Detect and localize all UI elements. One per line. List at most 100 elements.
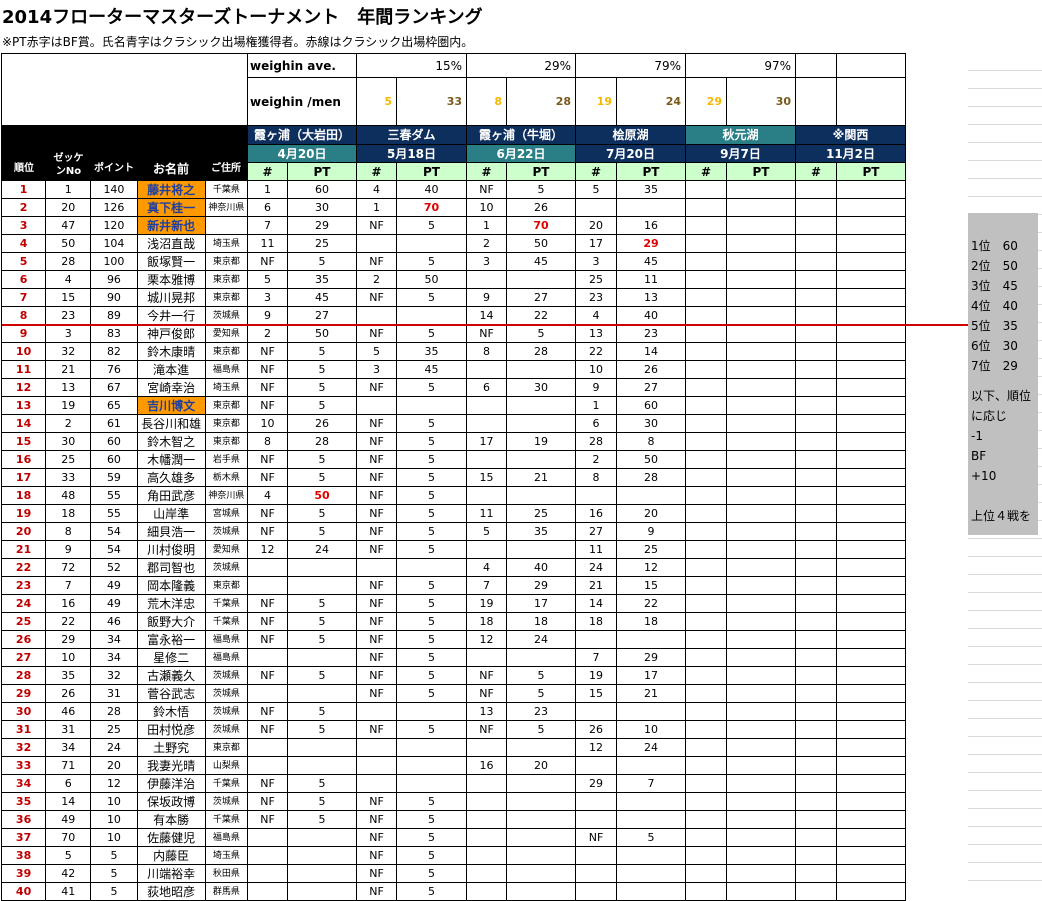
cell-event4-pt: 11 <box>616 270 686 289</box>
cell-empty <box>795 522 837 541</box>
cell-event3-num <box>466 360 507 379</box>
cell-empty <box>836 648 906 667</box>
cell-event3-pt: 5 <box>506 720 576 739</box>
cell-event2-pt: 5 <box>396 666 467 685</box>
cell-name: 我妻光晴 <box>136 756 206 775</box>
cell-event3-pt <box>506 810 576 829</box>
cell-empty <box>726 828 796 847</box>
table-row: 13 19 65 吉川博文 東京都 NF 5 1 60 <box>0 396 906 415</box>
cell-event1-pt: 25 <box>287 234 357 253</box>
cell-event4-pt: 30 <box>616 414 686 433</box>
cell-zekken: 42 <box>45 864 92 883</box>
cell-empty <box>685 828 727 847</box>
cell-event2-pt: 5 <box>396 468 467 487</box>
cell-event1-num: NF <box>247 378 288 397</box>
table-row: 2 20 126 真下桂一 神奈川県 6 30 1 70 10 26 <box>0 198 906 217</box>
cell-event3-num <box>466 486 507 505</box>
cell-event4-num: 22 <box>575 342 617 361</box>
cell-empty <box>795 594 837 613</box>
cell-name: 郡司智也 <box>136 558 206 577</box>
cell-event3-pt: 29 <box>506 576 576 595</box>
cell-address: 山梨県 <box>204 756 249 775</box>
cell-event4-pt: 13 <box>616 288 686 307</box>
table-row: 39 42 5 川端裕幸 秋田県 NF 5 <box>0 864 906 883</box>
header-rank: 順位 <box>14 163 34 174</box>
cell-event3-pt: 5 <box>506 180 576 199</box>
cell-empty <box>685 198 727 217</box>
cell-address: 千葉県 <box>204 810 249 829</box>
cell-rank: 9 <box>0 324 47 343</box>
cell-event1-num: NF <box>247 450 288 469</box>
cell-event1-num: 5 <box>247 270 288 289</box>
cell-event2-num <box>356 558 397 577</box>
cell-empty <box>726 216 796 235</box>
cell-event4-num: 27 <box>575 522 617 541</box>
cell-points: 104 <box>90 234 138 253</box>
cell-event3-pt: 5 <box>506 666 576 685</box>
cell-rank: 17 <box>0 468 47 487</box>
event-date-4: 7月20日 <box>575 144 686 163</box>
cell-event3-num: NF <box>466 720 507 739</box>
event-date-3: 6月22日 <box>466 144 576 163</box>
cell-event3-num <box>466 810 507 829</box>
cell-event4-pt: 29 <box>616 234 686 253</box>
cell-address: 茨城県 <box>204 720 249 739</box>
cell-empty <box>726 504 796 523</box>
cell-event3-pt <box>506 414 576 433</box>
cell-event2-pt: 5 <box>396 522 467 541</box>
cell-empty <box>836 252 906 271</box>
cell-points: 89 <box>90 306 138 325</box>
table-row: 21 9 54 川村俊明 愛知県 12 24 NF 5 11 25 <box>0 540 906 559</box>
cell-event1-num: 6 <box>247 198 288 217</box>
cell-empty <box>726 756 796 775</box>
cell-event4-num: 29 <box>575 774 617 793</box>
cell-event1-num: 2 <box>247 324 288 343</box>
cell-event4-num: 9 <box>575 378 617 397</box>
cell-event1-num: NF <box>247 702 288 721</box>
cell-points: 31 <box>90 684 138 703</box>
cell-rank: 31 <box>0 720 47 739</box>
cell-points: 20 <box>90 756 138 775</box>
cell-rank: 32 <box>0 738 47 757</box>
cell-empty <box>726 612 796 631</box>
cell-address: 栃木県 <box>204 468 249 487</box>
cell-event2-pt: 5 <box>396 432 467 451</box>
cell-points: 61 <box>90 414 138 433</box>
cell-empty <box>795 630 837 649</box>
cell-event3-pt: 24 <box>506 630 576 649</box>
cell-event3-pt <box>506 828 576 847</box>
cell-event2-num: NF <box>356 684 397 703</box>
header-zekken: ゼッケンNo <box>53 153 84 177</box>
table-row: 19 18 55 山岸準 宮城県 NF 5 NF 5 11 25 16 20 <box>0 504 906 523</box>
table-row: 31 31 25 田村悦彦 茨城県 NF 5 NF 5 NF 5 26 10 <box>0 720 906 739</box>
cell-empty <box>836 792 906 811</box>
table-row: 33 71 20 我妻光晴 山梨県 16 20 <box>0 756 906 775</box>
cell-zekken: 30 <box>45 432 92 451</box>
cell-rank: 4 <box>0 234 47 253</box>
cell-empty <box>836 756 906 775</box>
cell-address <box>204 216 249 235</box>
cell-address: 埼玉県 <box>204 378 249 397</box>
cell-event3-pt <box>506 450 576 469</box>
cell-event4-pt <box>616 792 686 811</box>
cell-event4-pt: 22 <box>616 594 686 613</box>
cell-rank: 13 <box>0 396 47 415</box>
cell-event4-pt <box>616 846 686 865</box>
cell-event4-num: 13 <box>575 324 617 343</box>
cell-event3-pt: 23 <box>506 702 576 721</box>
header-name: お名前 <box>152 162 189 176</box>
cell-points: 24 <box>90 738 138 757</box>
cell-name: 浅沼直哉 <box>136 234 206 253</box>
cell-points: 49 <box>90 576 138 595</box>
cell-address: 岩手県 <box>204 450 249 469</box>
cell-event2-pt: 5 <box>396 450 467 469</box>
cell-empty <box>685 504 727 523</box>
cell-empty <box>795 198 837 217</box>
cell-empty <box>685 342 727 361</box>
cell-zekken: 34 <box>45 738 92 757</box>
cell-event3-pt: 19 <box>506 432 576 451</box>
cell-rank: 2 <box>0 198 47 217</box>
cell-event1-pt <box>287 828 357 847</box>
cell-points: 90 <box>90 288 138 307</box>
cell-event2-num <box>356 738 397 757</box>
